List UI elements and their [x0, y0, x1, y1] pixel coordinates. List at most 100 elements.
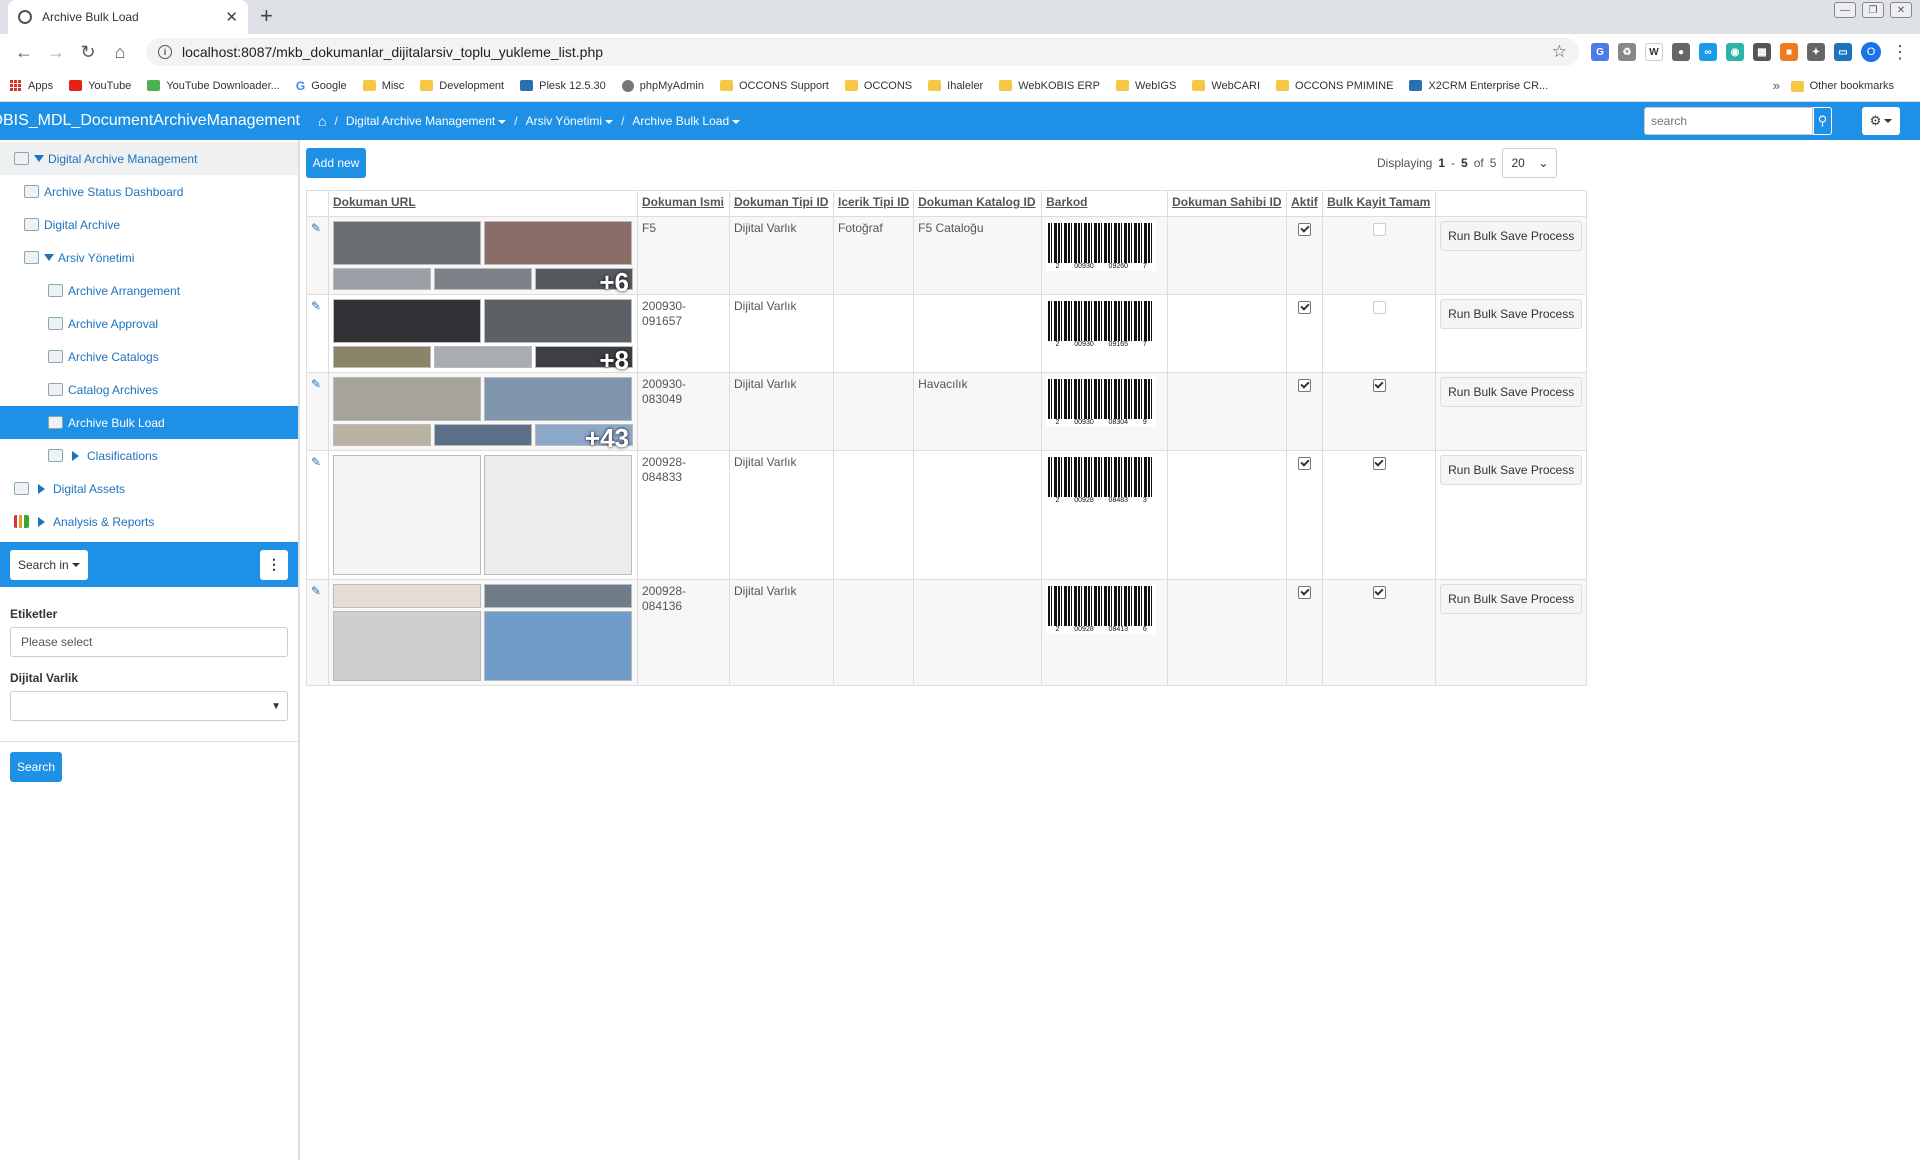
- run-bulk-save-button[interactable]: Run Bulk Save Process: [1440, 455, 1583, 485]
- w-extension-icon[interactable]: W: [1645, 43, 1663, 61]
- bookmark-webigs[interactable]: WebIGS: [1115, 80, 1176, 92]
- thumbnail-image[interactable]: [484, 377, 632, 421]
- bulk-kayit-checkbox[interactable]: [1372, 379, 1386, 392]
- search-button[interactable]: Search: [10, 752, 62, 782]
- thumbnail-image[interactable]: [333, 346, 431, 368]
- thumbnail-image[interactable]: [484, 221, 632, 265]
- bookmark-x2crm[interactable]: X2CRM Enterprise CR...: [1409, 80, 1548, 92]
- run-bulk-save-button[interactable]: Run Bulk Save Process: [1440, 377, 1583, 407]
- bookmark-youtube-downloader[interactable]: YouTube Downloader...: [147, 80, 280, 92]
- expanded-icon[interactable]: [34, 155, 44, 162]
- new-tab-button[interactable]: +: [260, 3, 273, 29]
- bookmark-youtube[interactable]: YouTube: [69, 80, 131, 92]
- thumbnail-image[interactable]: [434, 346, 532, 368]
- bookmark-webcari[interactable]: WebCARI: [1192, 80, 1260, 92]
- aktif-checkbox[interactable]: [1298, 586, 1312, 599]
- thumbnail-image[interactable]: [333, 455, 481, 575]
- bookmark-phpmyadmin[interactable]: phpMyAdmin: [621, 79, 704, 92]
- column-header[interactable]: Dokuman Katalog ID: [913, 190, 1043, 217]
- sidebar-item-digital-assets[interactable]: Digital Assets: [0, 472, 298, 505]
- add-new-button[interactable]: Add new: [306, 148, 366, 178]
- app-brand[interactable]: ebKOBIS_MDL_DocumentArchiveManagement: [0, 112, 300, 130]
- circle-extension-icon[interactable]: ◉: [1726, 43, 1744, 61]
- address-bar[interactable]: i localhost:8087/mkb_dokumanlar_dijitala…: [146, 38, 1579, 66]
- html-extension-icon[interactable]: ▦: [1753, 43, 1771, 61]
- run-bulk-save-button[interactable]: Run Bulk Save Process: [1440, 584, 1583, 614]
- bookmark-other[interactable]: Other bookmarks: [1790, 70, 1894, 102]
- etiketler-select[interactable]: Please select: [10, 627, 288, 657]
- minimize-button[interactable]: —: [1834, 2, 1856, 18]
- reload-button[interactable]: ↻: [74, 38, 102, 66]
- browser-tab[interactable]: Archive Bulk Load ✕: [8, 0, 248, 34]
- sidebar-item-digital-archive[interactable]: Digital Archive: [0, 208, 298, 241]
- edit-pencil-icon[interactable]: ✎: [311, 455, 321, 469]
- more-images-count[interactable]: +6: [599, 269, 629, 295]
- more-images-count[interactable]: +8: [599, 347, 629, 373]
- link-extension-icon[interactable]: ∞: [1699, 43, 1717, 61]
- bookmark-star-icon[interactable]: ☆: [1552, 42, 1567, 62]
- sidebar-item-archive-catalogs[interactable]: Archive Catalogs: [0, 340, 298, 373]
- column-header[interactable]: Aktif: [1286, 190, 1324, 217]
- browser-menu-icon[interactable]: ⋮: [1890, 42, 1910, 63]
- more-options-icon[interactable]: ⋮: [260, 549, 288, 580]
- search-icon-button[interactable]: ⚲: [1813, 107, 1832, 135]
- thumbnail-image[interactable]: [333, 424, 431, 446]
- sidebar-item-analysis-reports[interactable]: Analysis & Reports: [0, 505, 298, 538]
- image-thumbnails[interactable]: +8: [333, 299, 633, 373]
- aktif-checkbox[interactable]: [1298, 457, 1312, 470]
- image-thumbnails[interactable]: [333, 455, 633, 575]
- translate-extension-icon[interactable]: G: [1591, 43, 1609, 61]
- thumbnail-image[interactable]: [333, 377, 481, 421]
- bookmark-google[interactable]: G Google: [296, 79, 347, 93]
- thumbnail-image[interactable]: [434, 268, 532, 290]
- expanded-icon[interactable]: [44, 254, 54, 261]
- thumbnail-image[interactable]: [484, 584, 632, 608]
- column-header[interactable]: Barkod: [1041, 190, 1169, 217]
- thumbnail-image[interactable]: [484, 299, 632, 343]
- bookmark-occons-support[interactable]: OCCONS Support: [719, 80, 829, 92]
- thumbnail-image[interactable]: [333, 584, 481, 608]
- column-header[interactable]: Bulk Kayit Tamam: [1322, 190, 1437, 217]
- settings-gear-button[interactable]: ⚙: [1862, 107, 1900, 135]
- orange-extension-icon[interactable]: ■: [1780, 43, 1798, 61]
- column-header[interactable]: Dokuman Tipi ID: [729, 190, 834, 217]
- breadcrumb-item[interactable]: Digital Archive Management: [346, 114, 507, 128]
- thumbnail-image[interactable]: [333, 299, 481, 343]
- bookmark-occons[interactable]: OCCONS: [844, 80, 912, 92]
- more-images-count[interactable]: +43: [585, 425, 629, 451]
- bulk-kayit-checkbox[interactable]: [1372, 457, 1386, 470]
- edit-pencil-icon[interactable]: ✎: [311, 221, 321, 235]
- restore-button[interactable]: ❐: [1862, 2, 1884, 18]
- search-in-dropdown[interactable]: Search in: [10, 549, 88, 580]
- image-thumbnails[interactable]: +43: [333, 377, 633, 451]
- back-button[interactable]: ←: [10, 38, 38, 66]
- thumbnail-image[interactable]: [434, 424, 532, 446]
- dijital-varlik-select[interactable]: ▼: [10, 691, 288, 721]
- sidebar-item-clasifications[interactable]: Clasifications: [0, 439, 298, 472]
- recycle-extension-icon[interactable]: ♻: [1618, 43, 1636, 61]
- thumbnail-image[interactable]: [333, 268, 431, 290]
- bulk-kayit-checkbox[interactable]: [1372, 586, 1386, 599]
- edit-pencil-icon[interactable]: ✎: [311, 299, 321, 313]
- thumbnail-image[interactable]: [333, 611, 481, 681]
- forward-button[interactable]: →: [42, 38, 70, 66]
- image-thumbnails[interactable]: [333, 584, 633, 681]
- breadcrumb-item[interactable]: Arsiv Yönetimi: [526, 114, 614, 128]
- sidebar-item-archive-status-dashboard[interactable]: Archive Status Dashboard: [0, 175, 298, 208]
- collapsed-icon[interactable]: [38, 516, 45, 527]
- home-icon[interactable]: ⌂: [318, 113, 326, 129]
- column-header[interactable]: Dokuman URL: [328, 190, 638, 217]
- sidebar-item-archive-arrangement[interactable]: Archive Arrangement: [0, 274, 298, 307]
- aktif-checkbox[interactable]: [1298, 223, 1312, 236]
- breadcrumb-item[interactable]: Archive Bulk Load: [632, 114, 741, 128]
- bookmarks-overflow-button[interactable]: »: [1773, 78, 1780, 93]
- thumbnail-image[interactable]: [333, 221, 481, 265]
- column-header[interactable]: Dokuman Ismi: [637, 190, 730, 217]
- sidebar-item-arsiv-yonetimi[interactable]: Arsiv Yönetimi: [0, 241, 298, 274]
- run-bulk-save-button[interactable]: Run Bulk Save Process: [1440, 221, 1583, 251]
- page-size-select[interactable]: 20 ⌄: [1502, 148, 1558, 178]
- sidebar-item-archive-bulk-load[interactable]: Archive Bulk Load: [0, 406, 298, 439]
- puzzle-extension-icon[interactable]: ✦: [1807, 43, 1825, 61]
- bulk-kayit-checkbox[interactable]: [1372, 223, 1386, 236]
- thumbnail-image[interactable]: [484, 455, 632, 575]
